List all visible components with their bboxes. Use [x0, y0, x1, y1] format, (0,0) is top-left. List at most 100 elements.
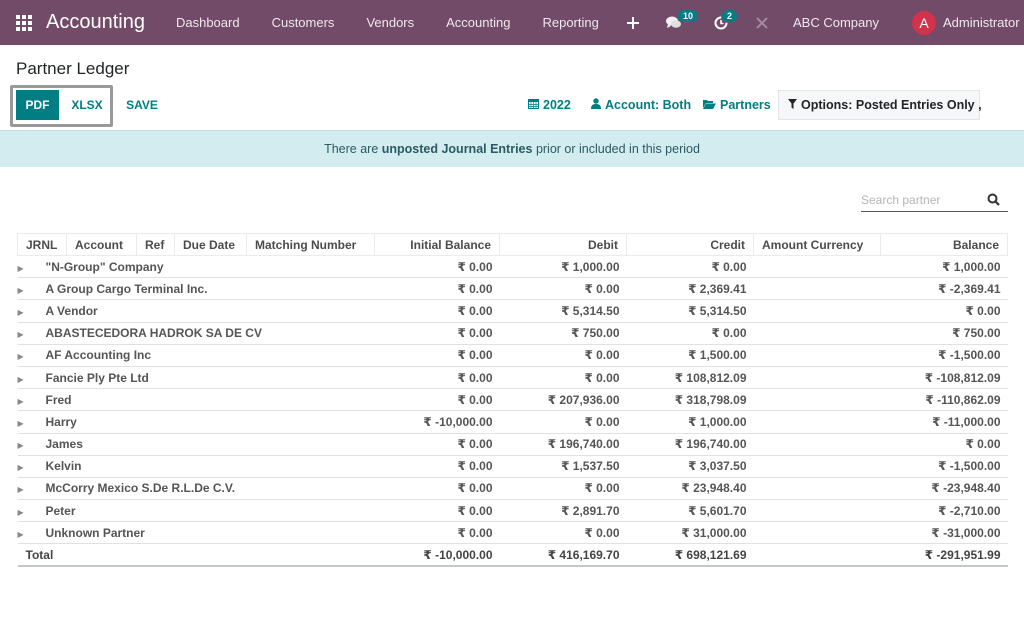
- partner-name: Peter: [45, 503, 76, 518]
- table-row[interactable]: ▶ James ₹ 0.00 ₹ 196,740.00 ₹ 196,740.00 …: [17, 433, 1008, 456]
- menu-dashboard[interactable]: Dashboard: [176, 15, 240, 30]
- user-icon: [591, 98, 601, 112]
- table-row[interactable]: ▶ Fred ₹ 0.00 ₹ 207,936.00 ₹ 318,798.09 ₹…: [17, 388, 1008, 412]
- partner-cell[interactable]: ▶ A Group Cargo Terminal Inc.: [17, 277, 375, 301]
- expand-caret-icon[interactable]: ▶: [18, 530, 46, 539]
- initial-balance-cell: ₹ -10,000.00: [374, 410, 500, 434]
- expand-caret-icon[interactable]: ▶: [18, 308, 46, 317]
- xlsx-button[interactable]: XLSX: [64, 90, 110, 120]
- table-row[interactable]: ▶ Kelvin ₹ 0.00 ₹ 1,537.50 ₹ 3,037.50 ₹ -…: [17, 455, 1008, 478]
- balance-cell: ₹ -23,948.40: [880, 477, 1008, 501]
- expand-caret-icon[interactable]: ▶: [18, 375, 46, 384]
- partner-name: Fancie Ply Pte Ltd: [45, 370, 149, 385]
- partner-cell[interactable]: ▶ Kelvin: [17, 455, 375, 478]
- partner-name: Harry: [45, 414, 77, 429]
- table-row[interactable]: ▶ AF Accounting Inc ₹ 0.00 ₹ 0.00 ₹ 1,500…: [17, 344, 1008, 367]
- menu-accounting[interactable]: Accounting: [446, 15, 510, 30]
- balance-cell: ₹ 1,000.00: [880, 255, 1008, 279]
- table-row[interactable]: ▶ Fancie Ply Pte Ltd ₹ 0.00 ₹ 0.00 ₹ 108,…: [17, 366, 1008, 390]
- expand-caret-icon[interactable]: ▶: [18, 397, 46, 406]
- expand-caret-icon[interactable]: ▶: [18, 508, 46, 517]
- menu-customers[interactable]: Customers: [272, 15, 335, 30]
- partner-cell[interactable]: ▶ A Vendor: [17, 299, 375, 323]
- expand-caret-icon[interactable]: ▶: [18, 352, 46, 361]
- unposted-entries-alert: There are unposted Journal Entries prior…: [0, 130, 1024, 167]
- credit-cell: ₹ 5,601.70: [626, 499, 754, 523]
- partner-name: James: [45, 437, 83, 452]
- date-filter[interactable]: 2022: [528, 90, 571, 120]
- partner-cell[interactable]: ▶ "N-Group" Company: [17, 255, 375, 279]
- partner-cell[interactable]: ▶ AF Accounting Inc: [17, 344, 375, 367]
- partner-cell[interactable]: ▶ McCorry Mexico S.De R.L.De C.V.: [17, 477, 375, 501]
- partner-cell[interactable]: ▶ Unknown Partner: [17, 521, 375, 545]
- search-icon[interactable]: [987, 193, 1000, 206]
- partner-cell[interactable]: ▶ Fancie Ply Pte Ltd: [17, 366, 375, 390]
- credit-cell: ₹ 318,798.09: [626, 388, 754, 412]
- col-initial-balance: Initial Balance: [374, 233, 500, 256]
- expand-caret-icon[interactable]: ▶: [18, 463, 46, 472]
- amount-currency-cell: [753, 388, 881, 412]
- amount-currency-cell: [753, 543, 881, 568]
- partner-cell[interactable]: ▶ James: [17, 433, 375, 456]
- amount-currency-cell: [753, 499, 881, 523]
- expand-caret-icon[interactable]: ▶: [18, 485, 46, 494]
- debit-cell: ₹ 5,314.50: [499, 299, 627, 323]
- menu-vendors[interactable]: Vendors: [366, 15, 414, 30]
- options-filter[interactable]: Options: Posted Entries Only ,: [778, 90, 982, 120]
- table-row[interactable]: ▶ ABASTECEDORA HADROK SA DE CV ₹ 0.00 ₹ 7…: [17, 322, 1008, 345]
- expand-caret-icon[interactable]: ▶: [18, 264, 46, 273]
- expand-caret-icon[interactable]: ▶: [18, 441, 46, 450]
- col-ref: Ref: [136, 233, 175, 256]
- pdf-button[interactable]: PDF: [16, 90, 59, 120]
- apps-grid-icon[interactable]: [16, 14, 32, 31]
- debit-cell: ₹ 207,936.00: [499, 388, 627, 412]
- amount-currency-cell: [753, 366, 881, 390]
- app-name[interactable]: Accounting: [46, 11, 145, 34]
- col-matching-number: Matching Number: [246, 233, 375, 256]
- filter-funnel-icon: [788, 98, 797, 112]
- total-row: Total ₹ -10,000.00 ₹ 416,169.70 ₹ 698,121…: [17, 543, 1008, 568]
- col-debit: Debit: [499, 233, 627, 256]
- company-switcher[interactable]: ABC Company: [793, 15, 879, 30]
- partner-cell[interactable]: ▶ Fred: [17, 388, 375, 412]
- table-row[interactable]: ▶ A Vendor ₹ 0.00 ₹ 5,314.50 ₹ 5,314.50 ₹…: [17, 299, 1008, 323]
- credit-cell: ₹ 31,000.00: [626, 521, 754, 545]
- expand-caret-icon[interactable]: ▶: [18, 330, 46, 339]
- balance-cell: ₹ -1,500.00: [880, 455, 1008, 478]
- activity-clock-icon[interactable]: [714, 0, 728, 45]
- table-row[interactable]: ▶ Peter ₹ 0.00 ₹ 2,891.70 ₹ 5,601.70 ₹ -2…: [17, 499, 1008, 523]
- expand-caret-icon[interactable]: ▶: [18, 286, 46, 295]
- partner-cell[interactable]: ▶ Peter: [17, 499, 375, 523]
- account-filter[interactable]: Account: Both: [591, 90, 691, 120]
- table-row[interactable]: ▶ Unknown Partner ₹ 0.00 ₹ 0.00 ₹ 31,000.…: [17, 521, 1008, 545]
- menu-reporting[interactable]: Reporting: [542, 15, 598, 30]
- debit-cell: ₹ 0.00: [499, 366, 627, 390]
- messages-icon[interactable]: [666, 0, 681, 45]
- plus-icon[interactable]: [627, 0, 639, 45]
- avatar[interactable]: A: [912, 11, 936, 35]
- partners-filter[interactable]: Partners: [703, 90, 771, 120]
- table-row[interactable]: ▶ McCorry Mexico S.De R.L.De C.V. ₹ 0.00 …: [17, 477, 1008, 501]
- table-row[interactable]: ▶ "N-Group" Company ₹ 0.00 ₹ 1,000.00 ₹ 0…: [17, 255, 1008, 279]
- partner-cell[interactable]: ▶ Harry: [17, 410, 375, 434]
- amount-currency-cell: [753, 322, 881, 345]
- debit-cell: ₹ 0.00: [499, 277, 627, 301]
- user-menu[interactable]: Administrator: [943, 15, 1020, 30]
- save-button[interactable]: SAVE: [120, 90, 164, 120]
- search-partner-input[interactable]: [861, 193, 981, 207]
- expand-caret-icon[interactable]: ▶: [18, 419, 46, 428]
- col-due-date: Due Date: [174, 233, 247, 256]
- alert-text-bold[interactable]: unposted Journal Entries: [382, 142, 533, 156]
- table-row[interactable]: ▶ Harry ₹ -10,000.00 ₹ 0.00 ₹ 1,000.00 ₹ …: [17, 410, 1008, 434]
- debug-tools-icon[interactable]: [756, 0, 768, 45]
- debit-cell: ₹ 1,537.50: [499, 455, 627, 478]
- initial-balance-cell: ₹ -10,000.00: [374, 543, 500, 568]
- amount-currency-cell: [753, 433, 881, 456]
- debit-cell: ₹ 0.00: [499, 521, 627, 545]
- credit-cell: ₹ 1,500.00: [626, 344, 754, 367]
- table-row[interactable]: ▶ A Group Cargo Terminal Inc. ₹ 0.00 ₹ 0.…: [17, 277, 1008, 301]
- partner-cell[interactable]: ▶ ABASTECEDORA HADROK SA DE CV: [17, 322, 375, 345]
- initial-balance-cell: ₹ 0.00: [374, 477, 500, 501]
- debit-cell: ₹ 2,891.70: [499, 499, 627, 523]
- amount-currency-cell: [753, 455, 881, 478]
